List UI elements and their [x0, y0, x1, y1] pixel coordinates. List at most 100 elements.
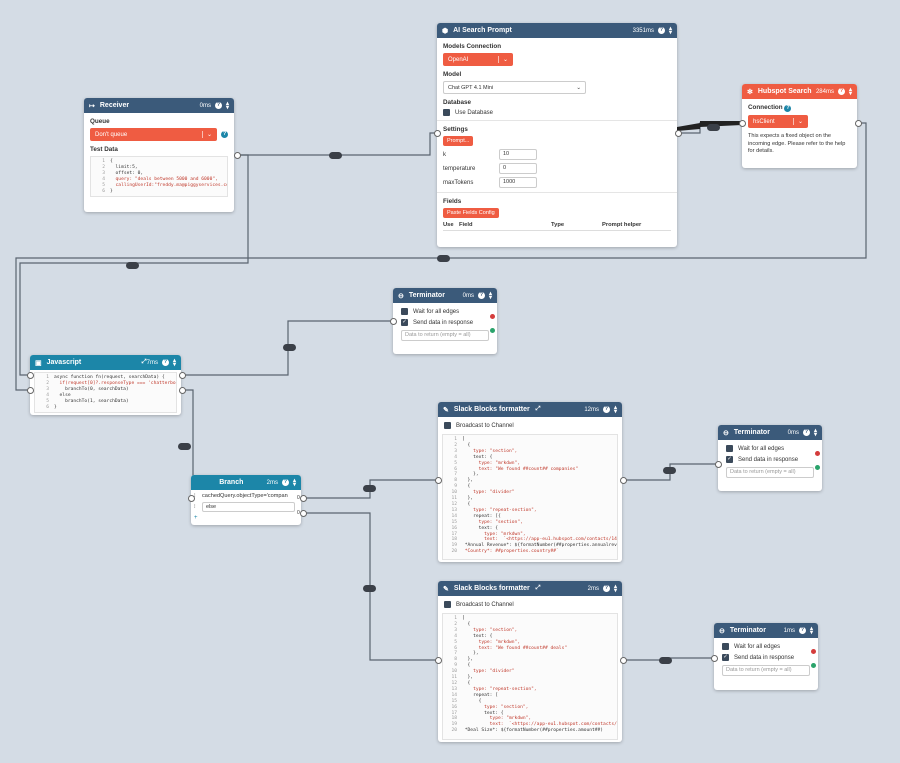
hubspot-header[interactable]: ✻ Hubspot Search 284ms ? ▴ ▾ — [742, 84, 857, 99]
expand-icon[interactable]: ⤢ — [536, 585, 541, 592]
input-port[interactable] — [234, 152, 241, 159]
condition-1[interactable]: cachedQuery.objectType='compan — [202, 493, 288, 499]
sort-icon[interactable]: ▴ ▾ — [614, 584, 617, 594]
ai-search-node[interactable]: ⬢ AI Search Prompt 3351ms ? ▴ ▾ Models Co… — [437, 23, 677, 247]
javascript-header[interactable]: ▣ Javascript ⤢ 7ms ? ▴ ▾ — [30, 355, 181, 370]
input-port[interactable] — [435, 477, 442, 484]
data-return-input[interactable]: Data to return (empty = all) — [726, 467, 814, 478]
slack-formatter-node[interactable]: ✎ Slack Blocks formatter ⤢ 2ms ? ▴ ▾ Broa… — [438, 581, 622, 742]
input-port[interactable] — [855, 120, 862, 127]
sort-icon[interactable]: ▴ ▾ — [614, 405, 617, 415]
models-select[interactable]: OpenAI ⌄ — [443, 53, 513, 66]
slack-header[interactable]: ✎ Slack Blocks formatter ⤢ 2ms ? ▴ ▾ — [438, 581, 622, 596]
hubspot-node[interactable]: ✻ Hubspot Search 284ms ? ▴ ▾ Connection ?… — [742, 84, 857, 168]
edge-handle[interactable] — [437, 255, 450, 262]
data-return-input[interactable]: Data to return (empty = all) — [722, 665, 810, 676]
prompt-button[interactable]: Prompt... — [443, 136, 474, 146]
terminator-node[interactable]: ⊖ Terminator 0ms ? ▴ ▾ Wait for all edges… — [393, 288, 497, 354]
input-port[interactable] — [188, 495, 195, 502]
max-tokens-input[interactable]: 1000 — [499, 177, 537, 188]
data-return-input[interactable]: Data to return (empty = all) — [401, 330, 489, 341]
receiver-node[interactable]: ↦ Receiver 0ms ? ▴ ▾ Queue Don't queue ⌄ ?… — [84, 98, 234, 212]
input-port[interactable] — [390, 318, 397, 325]
wait-checkbox[interactable] — [401, 308, 408, 315]
send-checkbox[interactable]: ✓ — [401, 319, 408, 326]
branch-header[interactable]: Branch 2ms ? ▴ ▾ — [191, 475, 301, 490]
edge-handle[interactable] — [707, 124, 720, 131]
javascript-node[interactable]: ▣ Javascript ⤢ 7ms ? ▴ ▾ 1 async function … — [30, 355, 181, 415]
input-port[interactable] — [300, 495, 307, 502]
slack-formatter-node[interactable]: ✎ Slack Blocks formatter ⤢ 12ms ? ▴ ▾ Bro… — [438, 402, 622, 562]
sort-icon[interactable]: ▴ ▾ — [173, 358, 176, 368]
terminator-header[interactable]: ⊖ Terminator 1ms ? ▴ ▾ — [714, 623, 818, 638]
help-icon[interactable]: ? — [784, 105, 792, 112]
edge-handle[interactable] — [663, 467, 676, 474]
slack-header[interactable]: ✎ Slack Blocks formatter ⤢ 12ms ? ▴ ▾ — [438, 402, 622, 417]
help-icon[interactable]: ? — [281, 479, 289, 486]
send-checkbox[interactable]: ✓ — [726, 456, 733, 463]
sort-icon[interactable]: ▴ ▾ — [814, 428, 817, 438]
input-port[interactable] — [300, 510, 307, 517]
input-port[interactable] — [434, 130, 441, 137]
help-icon[interactable]: ? — [798, 627, 806, 634]
ai-header[interactable]: ⬢ AI Search Prompt 3351ms ? ▴ ▾ — [437, 23, 677, 38]
wait-checkbox[interactable] — [722, 643, 729, 650]
terminator-node[interactable]: ⊖ Terminator 0ms ? ▴ ▾ Wait for all edges… — [718, 425, 822, 491]
input-port[interactable] — [715, 461, 722, 468]
input-port[interactable] — [675, 130, 682, 137]
help-icon[interactable]: ? — [837, 88, 845, 95]
edge-handle[interactable] — [283, 344, 296, 351]
paste-fields-button[interactable]: Paste Fields Config — [443, 208, 499, 218]
help-icon[interactable]: ? — [802, 429, 810, 436]
sort-icon[interactable]: ▴ ▾ — [226, 101, 229, 111]
help-icon[interactable]: ? — [221, 131, 228, 138]
input-port[interactable] — [179, 372, 186, 379]
terminator-node[interactable]: ⊖ Terminator 1ms ? ▴ ▾ Wait for all edges… — [714, 623, 818, 690]
broadcast-checkbox[interactable] — [444, 422, 451, 429]
wait-checkbox[interactable] — [726, 445, 733, 452]
input-port[interactable] — [435, 657, 442, 664]
test-data-editor[interactable]: 1{2 limit:5, 3 offset: 0, 4 query: "deals … — [90, 156, 228, 198]
help-icon[interactable]: ? — [161, 359, 169, 366]
sort-icon[interactable]: ▴ ▾ — [293, 478, 296, 488]
edge-handle[interactable] — [178, 443, 191, 450]
branch-node[interactable]: Branch 2ms ? ▴ ▾ ⁞ cachedQuery.objectType… — [191, 475, 301, 525]
sort-icon[interactable]: ▴ ▾ — [489, 291, 492, 301]
drag-handle-icon[interactable]: ⁞ — [194, 493, 202, 499]
terminator-header[interactable]: ⊖ Terminator 0ms ? ▴ ▾ — [718, 425, 822, 440]
javascript-editor[interactable]: 1 async function fn(request, searchData) … — [34, 372, 177, 414]
help-icon[interactable]: ? — [602, 585, 610, 592]
edge-handle[interactable] — [363, 485, 376, 492]
slack-blocks-editor[interactable]: 1[2 {3 type: "section", 4 text: {5 type: … — [442, 613, 618, 740]
terminator-header[interactable]: ⊖ Terminator 0ms ? ▴ ▾ — [393, 288, 497, 303]
input-port[interactable] — [739, 120, 746, 127]
input-port[interactable] — [27, 387, 34, 394]
edge-handle[interactable] — [329, 152, 342, 159]
queue-select[interactable]: Don't queue ⌄ — [90, 128, 217, 141]
input-port[interactable] — [179, 387, 186, 394]
receiver-header[interactable]: ↦ Receiver 0ms ? ▴ ▾ — [84, 98, 234, 113]
edge-handle[interactable] — [363, 585, 376, 592]
slack-blocks-editor[interactable]: 1[2 {3 type: "section", 4 text: {5 type: … — [442, 434, 618, 560]
use-database-checkbox[interactable] — [443, 109, 450, 116]
help-icon[interactable]: ? — [477, 292, 485, 299]
temperature-input[interactable]: 0 — [499, 163, 537, 174]
input-port[interactable] — [620, 657, 627, 664]
sort-icon[interactable]: ▴ ▾ — [849, 87, 852, 97]
sort-icon[interactable]: ▴ ▾ — [669, 26, 672, 36]
send-checkbox[interactable]: ✓ — [722, 654, 729, 661]
edge-handle[interactable] — [126, 262, 139, 269]
input-port[interactable] — [711, 655, 718, 662]
drag-handle-icon[interactable]: ⁞ — [194, 504, 202, 510]
broadcast-checkbox[interactable] — [444, 601, 451, 608]
k-input[interactable]: 10 — [499, 149, 537, 160]
condition-2[interactable]: else — [202, 502, 295, 512]
edge-handle[interactable] — [659, 657, 672, 664]
input-port[interactable] — [27, 372, 34, 379]
connection-select[interactable]: hsClient ⌄ — [748, 115, 808, 128]
help-icon[interactable]: ? — [657, 27, 665, 34]
expand-icon[interactable]: ⤢ — [536, 406, 541, 413]
sort-icon[interactable]: ▴ ▾ — [810, 626, 813, 636]
help-icon[interactable]: ? — [214, 102, 222, 109]
input-port[interactable] — [620, 477, 627, 484]
